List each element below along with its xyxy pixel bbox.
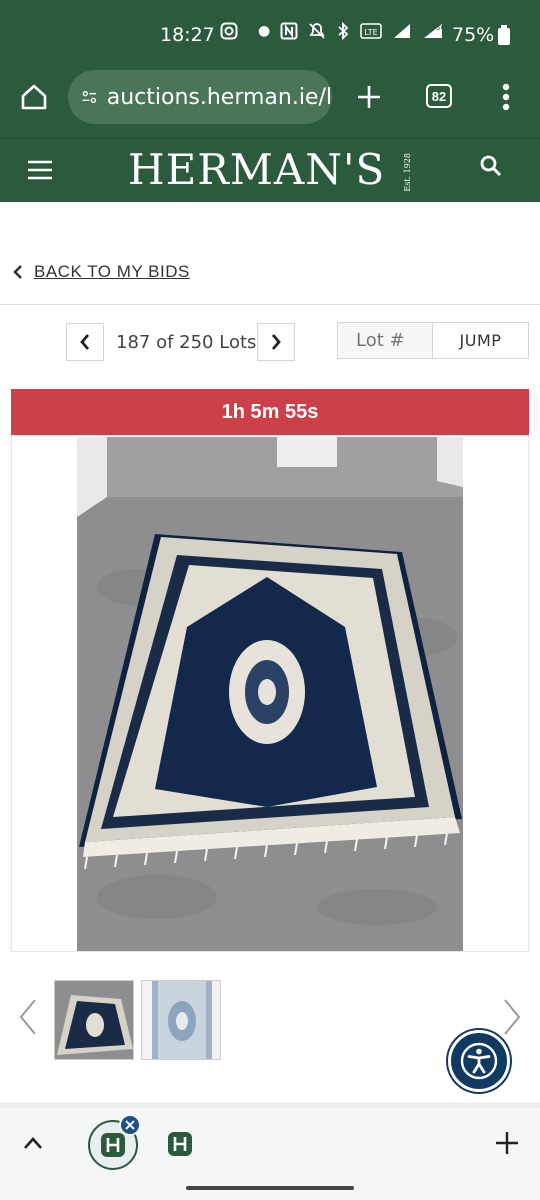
- chevron-right-icon: [271, 334, 281, 350]
- svg-text:LTE: LTE: [365, 28, 378, 37]
- gesture-bar: [186, 1186, 354, 1190]
- dot-icon: ●: [258, 23, 271, 39]
- site-search-button[interactable]: [478, 153, 504, 179]
- new-tab-group-button[interactable]: [494, 1130, 520, 1156]
- herman-favicon-icon: [101, 1133, 125, 1157]
- accessibility-icon: [460, 1042, 498, 1080]
- hamburger-menu-button[interactable]: [26, 157, 54, 183]
- home-icon: [21, 84, 47, 110]
- logo-est: Est. 1928: [403, 153, 412, 192]
- tab-switcher-button[interactable]: 82: [426, 84, 452, 108]
- thumbnail-image: [142, 981, 220, 1059]
- tab-herman[interactable]: [168, 1132, 192, 1156]
- back-link-label[interactable]: BACK TO MY BIDS: [34, 262, 190, 282]
- herman-favicon-icon: [168, 1132, 192, 1156]
- countdown-timer: 1h 5m 55s: [11, 389, 529, 435]
- plus-icon: [358, 86, 380, 108]
- next-lot-button[interactable]: [257, 323, 295, 361]
- browser-toolbar: auctions.herman.ie/l 82: [0, 70, 540, 138]
- thumbnail-image: [55, 981, 133, 1059]
- chevron-right-icon: [504, 999, 521, 1035]
- status-time: 18:27: [160, 24, 215, 46]
- expand-tabs-button[interactable]: [20, 1130, 46, 1156]
- thumbnail-next-button[interactable]: [502, 998, 522, 1041]
- site-header: HERMAN'S Est. 1928: [0, 138, 540, 202]
- instagram-icon: [220, 22, 238, 40]
- accessibility-button[interactable]: [448, 1030, 510, 1092]
- divider: [0, 304, 540, 305]
- mute-icon: [309, 23, 325, 39]
- site-logo[interactable]: HERMAN'S: [128, 145, 385, 194]
- nfc-icon: [280, 22, 298, 40]
- lot-main-image[interactable]: [77, 437, 463, 951]
- close-tab-button[interactable]: [119, 1114, 141, 1136]
- menu-icon: [28, 160, 52, 180]
- lot-number-input[interactable]: [337, 322, 433, 359]
- volte-icon: LTE: [360, 23, 382, 39]
- battery-icon: [498, 25, 511, 45]
- battery: 75%: [452, 24, 511, 46]
- previous-lot-button[interactable]: [66, 323, 104, 361]
- status-bar: 18:27 ● LTE 5G 75%: [0, 0, 540, 70]
- close-icon: [125, 1120, 135, 1130]
- signal-5g-icon: 5G: [424, 24, 446, 38]
- chevron-up-icon: [24, 1137, 42, 1149]
- thumbnail-prev-button[interactable]: [18, 998, 38, 1041]
- chevron-left-icon: [13, 265, 22, 279]
- site-settings-icon[interactable]: [82, 87, 97, 107]
- search-icon: [480, 155, 502, 177]
- address-bar[interactable]: auctions.herman.ie/l: [68, 70, 332, 124]
- more-vert-icon: [502, 83, 510, 111]
- jump-button[interactable]: JUMP: [433, 322, 529, 359]
- status-icons: ● LTE 5G: [220, 22, 446, 40]
- signal-icon: [394, 24, 411, 38]
- new-tab-button[interactable]: [352, 80, 386, 114]
- bluetooth-icon: [338, 22, 349, 40]
- signal-badge: 5G: [436, 24, 446, 32]
- thumbnail-2[interactable]: [141, 980, 221, 1060]
- plus-icon: [496, 1132, 518, 1154]
- back-to-my-bids-link[interactable]: BACK TO MY BIDS: [12, 262, 190, 282]
- lot-position: 187 of 250 Lots: [116, 332, 257, 353]
- url-text[interactable]: auctions.herman.ie/l: [107, 85, 332, 110]
- browser-menu-button[interactable]: [494, 80, 518, 114]
- battery-percent: 75%: [452, 24, 495, 46]
- chevron-left-icon: [80, 334, 90, 350]
- chevron-left-icon: [19, 999, 36, 1035]
- thumbnail-1[interactable]: [54, 980, 134, 1060]
- home-button[interactable]: [16, 80, 52, 114]
